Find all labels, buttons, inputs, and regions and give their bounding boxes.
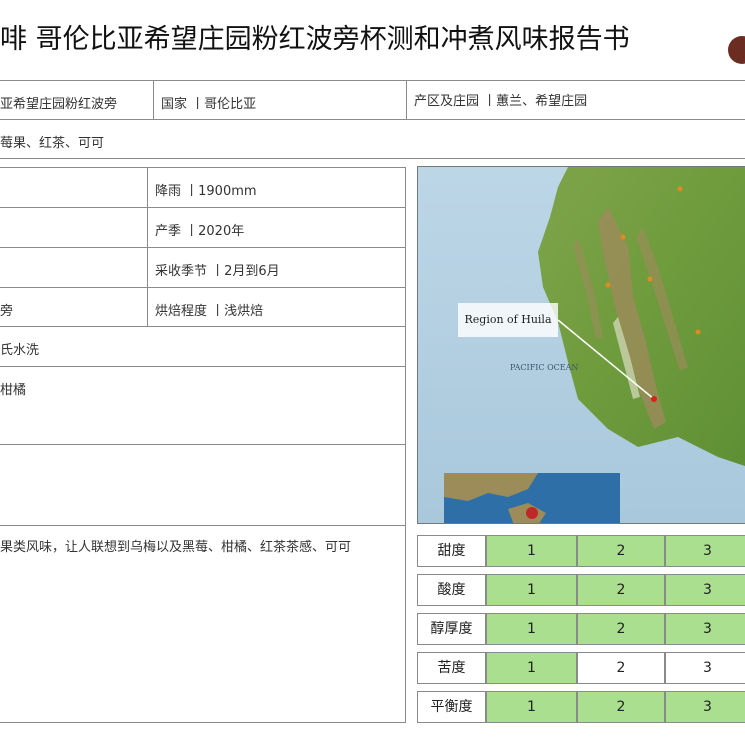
flavor-notes-cell: 莓果、红茶、可可 bbox=[0, 119, 745, 159]
score-box-1: 1 bbox=[486, 613, 577, 645]
score-box-3: 3 bbox=[665, 691, 745, 723]
score-box-3: 3 bbox=[665, 574, 745, 606]
colombia-map: Region of Huila PACIFIC OCEAN bbox=[417, 166, 745, 524]
aroma-cell: 柑橘 bbox=[0, 366, 406, 445]
score-box-2: 2 bbox=[577, 652, 665, 684]
info-left-1 bbox=[0, 167, 148, 208]
pacific-ocean-label: PACIFIC OCEAN bbox=[510, 363, 579, 372]
score-box-1: 1 bbox=[486, 652, 577, 684]
report-title: 啡 哥伦比亚希望庄园粉红波旁杯测和冲煮风味报告书 bbox=[0, 24, 630, 55]
score-box-2: 2 bbox=[577, 574, 665, 606]
info-left-3 bbox=[0, 247, 148, 288]
score-box-1: 1 bbox=[486, 691, 577, 723]
variety-cell: 旁 bbox=[0, 287, 148, 327]
score-box-3: 3 bbox=[665, 613, 745, 645]
score-box-1: 1 bbox=[486, 535, 577, 567]
region-of-huila-label: Region of Huila bbox=[464, 313, 552, 326]
score-label: 平衡度 bbox=[417, 691, 486, 723]
score-box-2: 2 bbox=[577, 691, 665, 723]
roast-cell: 烘焙程度 丨浅烘焙 bbox=[147, 287, 406, 327]
red-stamp bbox=[728, 36, 745, 64]
score-box-1: 1 bbox=[486, 574, 577, 606]
process-cell: 氏水洗 bbox=[0, 326, 406, 367]
info-left-2 bbox=[0, 207, 148, 248]
rainfall-cell: 降雨 丨1900mm bbox=[147, 167, 406, 208]
score-label: 甜度 bbox=[417, 535, 486, 567]
blank-cell bbox=[0, 444, 406, 526]
coffee-name-cell: 亚希望庄园粉红波旁 bbox=[0, 80, 154, 120]
description-cell: 果类风味，让人联想到乌梅以及黑莓、柑橘、红茶茶感、可可 bbox=[0, 525, 406, 723]
score-label: 苦度 bbox=[417, 652, 486, 684]
region-cell: 产区及庄园 丨蕙兰、希望庄园 bbox=[406, 80, 745, 120]
score-box-3: 3 bbox=[665, 535, 745, 567]
score-label: 醇厚度 bbox=[417, 613, 486, 645]
score-box-2: 2 bbox=[577, 535, 665, 567]
season-cell: 产季 丨2020年 bbox=[147, 207, 406, 248]
country-cell: 国家 丨哥伦比亚 bbox=[153, 80, 407, 120]
score-box-2: 2 bbox=[577, 613, 665, 645]
score-box-3: 3 bbox=[665, 652, 745, 684]
score-label: 酸度 bbox=[417, 574, 486, 606]
harvest-cell: 采收季节 丨2月到6月 bbox=[147, 247, 406, 288]
